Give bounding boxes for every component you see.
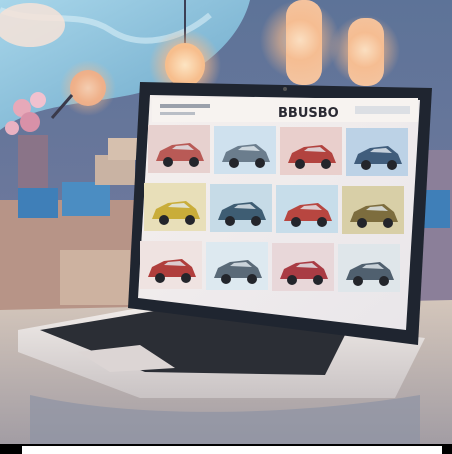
- wall-lamp-glow: [60, 60, 116, 116]
- car-wheel: [361, 160, 371, 170]
- car-wheel: [247, 274, 257, 284]
- car-wheel: [379, 276, 389, 286]
- window-glow-2: [330, 15, 400, 85]
- header-line: [160, 104, 210, 108]
- car-wheel: [229, 158, 239, 168]
- car-thumbnail[interactable]: [338, 244, 400, 292]
- car-thumbnail[interactable]: [346, 128, 408, 176]
- header-search-box[interactable]: [355, 106, 410, 114]
- car-wheel: [387, 160, 397, 170]
- stacked-box-2: [108, 138, 138, 160]
- car-thumbnail[interactable]: [214, 126, 276, 174]
- bottom-strip: [22, 446, 442, 454]
- car-thumbnail[interactable]: [140, 241, 202, 289]
- car-wheel: [383, 218, 393, 228]
- car-wheel: [189, 157, 199, 167]
- window-glow: [260, 0, 340, 80]
- car-thumbnail[interactable]: [280, 127, 342, 175]
- car-thumbnail[interactable]: [206, 242, 268, 290]
- blue-box-2: [62, 182, 110, 216]
- webcam-icon: [283, 87, 287, 91]
- car-thumbnail[interactable]: [342, 186, 404, 234]
- car-wheel: [313, 275, 323, 285]
- car-wheel: [251, 216, 261, 226]
- car-wheel: [357, 218, 367, 228]
- header-line-2: [160, 112, 195, 115]
- car-wheel: [155, 273, 165, 283]
- car-wheel: [255, 158, 265, 168]
- car-wheel: [163, 157, 173, 167]
- car-wheel: [159, 215, 169, 225]
- car-wheel: [221, 274, 231, 284]
- laptop-car-gallery-scene: BBUSBO: [0, 0, 452, 454]
- screen-header-title: BBUSBO: [278, 106, 339, 121]
- car-wheel: [295, 159, 305, 169]
- car-wheel: [317, 217, 327, 227]
- car-thumbnail[interactable]: [144, 183, 206, 231]
- car-wheel: [291, 217, 301, 227]
- blue-box: [18, 188, 58, 218]
- scene-canvas: BBUSBO: [0, 0, 452, 454]
- car-thumbnail[interactable]: [276, 185, 338, 233]
- car-wheel: [225, 216, 235, 226]
- car-wheel: [321, 159, 331, 169]
- car-wheel: [185, 215, 195, 225]
- car-wheel: [353, 276, 363, 286]
- cabinet-drawer: [60, 250, 130, 305]
- car-thumbnail[interactable]: [210, 184, 272, 232]
- car-wheel: [181, 273, 191, 283]
- car-wheel: [287, 275, 297, 285]
- car-thumbnail[interactable]: [148, 125, 210, 173]
- car-thumbnail[interactable]: [272, 243, 334, 291]
